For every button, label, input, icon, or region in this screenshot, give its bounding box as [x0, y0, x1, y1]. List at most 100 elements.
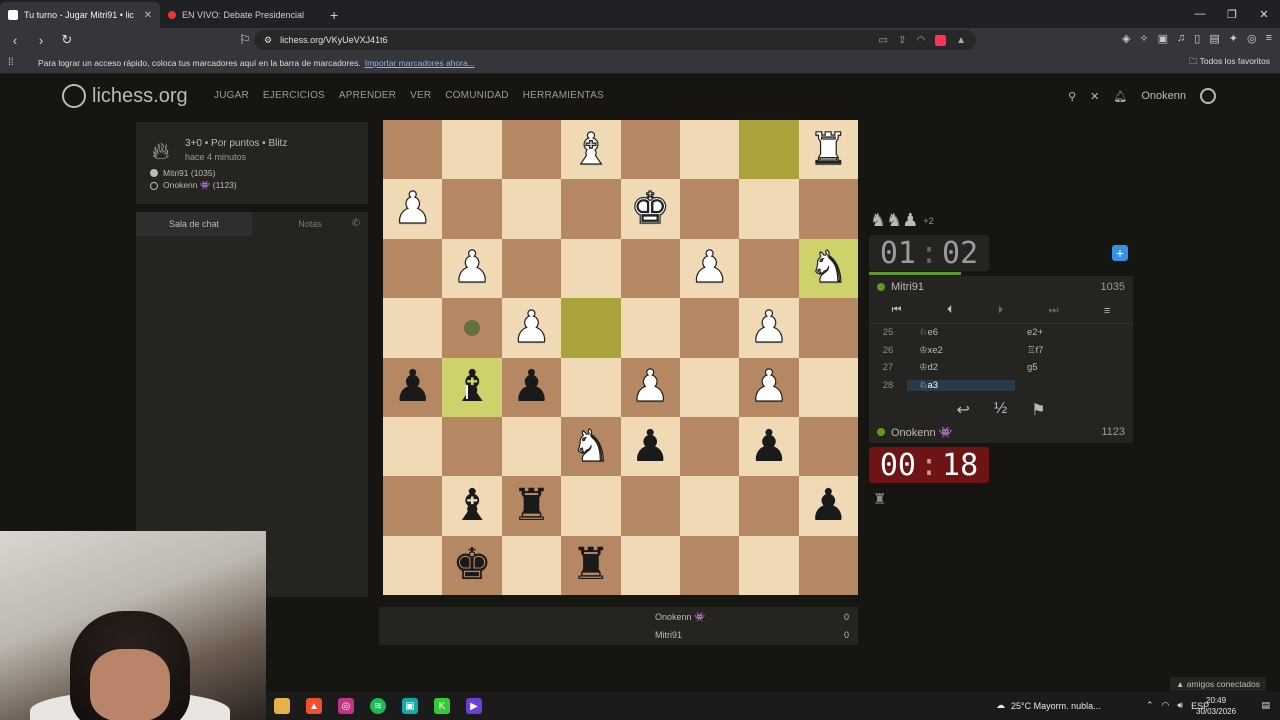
square-e5[interactable]	[561, 357, 621, 417]
tab-chat-room[interactable]: Sala de chat	[136, 212, 252, 236]
site-info-icon[interactable]: ⚙	[264, 35, 272, 46]
phone-icon[interactable]: ✆	[352, 218, 360, 229]
square-c2[interactable]	[679, 179, 740, 239]
friends-online-button[interactable]: ▲ amigos conectados	[1170, 677, 1267, 691]
first-move-icon[interactable]: ⏮	[892, 304, 902, 317]
square-f8[interactable]	[501, 535, 562, 595]
address-bar[interactable]: ⚙ lichess.org/VKyUeVXJ41t6 ▭ ⇪ ◠ ▲	[254, 30, 976, 50]
square-d7[interactable]	[620, 476, 680, 536]
white-move[interactable]: ♘e6	[907, 327, 1015, 338]
square-f7[interactable]: ♜	[501, 476, 562, 536]
square-g8[interactable]: ♚	[442, 535, 502, 595]
white-piece-b5[interactable]: ♟	[749, 364, 790, 409]
black-piece-b6[interactable]: ♟	[749, 424, 788, 469]
square-g4[interactable]	[442, 298, 502, 358]
last-move-icon[interactable]: ⏭	[1049, 304, 1059, 317]
square-d8[interactable]	[620, 535, 680, 595]
wallet-icon[interactable]: ◈	[1122, 32, 1130, 45]
square-a4[interactable]	[798, 298, 858, 358]
menu-icon[interactable]: ≡	[1266, 32, 1272, 45]
resign-flag-icon[interactable]: ⚑	[1031, 400, 1045, 420]
challenge-icon[interactable]: ✕	[1090, 90, 1099, 103]
square-c4[interactable]	[679, 298, 740, 358]
black-piece-h5[interactable]: ♟	[393, 365, 432, 409]
tab-debate[interactable]: EN VIVO: Debate Presidencial	[160, 2, 320, 28]
square-g1[interactable]	[442, 120, 502, 180]
nav-herramientas[interactable]: HERRAMIENTAS	[523, 90, 604, 101]
square-f6[interactable]	[501, 416, 562, 477]
nav-ejercicios[interactable]: EJERCICIOS	[263, 90, 325, 101]
white-piece-d2[interactable]: ♚	[630, 186, 671, 231]
opponent-player-row[interactable]: Mitri91 1035	[869, 276, 1133, 298]
white-piece-d5[interactable]: ♟	[630, 364, 671, 409]
ai-icon[interactable]: ✦	[1229, 32, 1238, 45]
square-b3[interactable]	[739, 238, 799, 299]
black-piece-g8[interactable]: ♚	[452, 543, 491, 587]
square-b4[interactable]: ♟	[739, 298, 799, 358]
white-piece-c3[interactable]: ♟	[689, 245, 730, 290]
square-h5[interactable]: ♟	[383, 357, 443, 417]
close-tab-icon[interactable]: ✕	[144, 10, 152, 21]
square-b8[interactable]	[739, 535, 799, 595]
wifi-icon[interactable]: ◠	[1162, 700, 1170, 711]
forward-icon[interactable]: ›	[30, 33, 52, 48]
white-player-info[interactable]: Mitri91 (1035)	[150, 168, 215, 178]
user-avatar-icon[interactable]	[1200, 88, 1216, 104]
white-move[interactable]: ♔d2	[907, 362, 1015, 373]
square-h7[interactable]	[383, 476, 443, 536]
square-e8[interactable]: ♜	[561, 535, 621, 595]
square-g6[interactable]	[442, 416, 502, 477]
black-player-info[interactable]: Onokenn 👾 (1123)	[150, 180, 237, 191]
offer-draw-button[interactable]: ½	[994, 400, 1007, 420]
square-b6[interactable]: ♟	[739, 416, 799, 477]
square-e4[interactable]	[561, 298, 621, 358]
bookmark-icon[interactable]: ⚐	[234, 32, 256, 48]
brave-rewards-icon[interactable]: ▲	[956, 35, 966, 46]
legal-move-dot[interactable]	[464, 319, 481, 336]
square-f4[interactable]: ♟	[501, 298, 562, 358]
takeback-icon[interactable]: ↩	[956, 400, 969, 420]
white-move[interactable]: ♘a3	[907, 379, 1015, 391]
white-piece-h2[interactable]: ♟	[392, 186, 433, 231]
black-piece-g7[interactable]: ♝	[452, 483, 491, 528]
black-move[interactable]: e2+	[1015, 327, 1123, 338]
square-a1[interactable]: ♜	[798, 120, 858, 180]
self-player-row[interactable]: Onokenn 👾 1123	[869, 421, 1133, 443]
music-icon[interactable]: ♫	[1177, 32, 1185, 45]
square-f2[interactable]	[501, 179, 562, 239]
square-e6[interactable]: ♞	[561, 416, 621, 477]
search-icon[interactable]: ⚲	[1068, 90, 1076, 103]
minimize-icon[interactable]: —	[1184, 8, 1216, 20]
square-c5[interactable]	[679, 357, 740, 417]
notifications-bell-icon[interactable]: 🔔︎	[1113, 90, 1127, 103]
white-piece-a1[interactable]: ♜	[808, 127, 849, 172]
white-piece-b4[interactable]: ♟	[749, 305, 790, 350]
white-move[interactable]: ♔xe2	[907, 345, 1015, 356]
tray-expand-icon[interactable]: ⌃	[1146, 700, 1154, 711]
prev-move-icon[interactable]: ⏴	[947, 304, 953, 317]
square-h6[interactable]	[383, 416, 443, 477]
white-piece-g3[interactable]: ♟	[452, 245, 493, 290]
square-h3[interactable]	[383, 238, 443, 299]
back-icon[interactable]: ‹	[4, 33, 26, 48]
rss-icon[interactable]: ◠	[916, 35, 925, 46]
white-piece-a3[interactable]: ♞	[808, 245, 849, 290]
nav-ver[interactable]: VER	[410, 90, 431, 101]
extensions-icon[interactable]: ✧	[1139, 32, 1148, 45]
volume-icon[interactable]: 🔊︎	[1177, 700, 1183, 711]
all-favorites[interactable]: 🗀 Todos los favoritos	[1189, 56, 1270, 70]
square-c7[interactable]	[679, 476, 740, 536]
weather-widget[interactable]: ☁ 25°C Mayorm. nubla...	[996, 700, 1101, 711]
file-explorer-icon[interactable]	[274, 698, 290, 714]
black-move[interactable]: g5	[1015, 362, 1123, 373]
username[interactable]: Onokenn	[1141, 90, 1186, 102]
square-e7[interactable]	[561, 476, 621, 536]
black-piece-e8[interactable]: ♜	[571, 543, 610, 587]
square-h4[interactable]	[383, 298, 443, 358]
tab-notes[interactable]: Notas	[252, 212, 368, 236]
square-f3[interactable]	[501, 238, 562, 299]
brave-shield-icon[interactable]	[935, 34, 947, 46]
square-h2[interactable]: ♟	[383, 179, 443, 239]
kick-icon[interactable]: K	[434, 698, 450, 714]
black-piece-d6[interactable]: ♟	[630, 424, 669, 469]
